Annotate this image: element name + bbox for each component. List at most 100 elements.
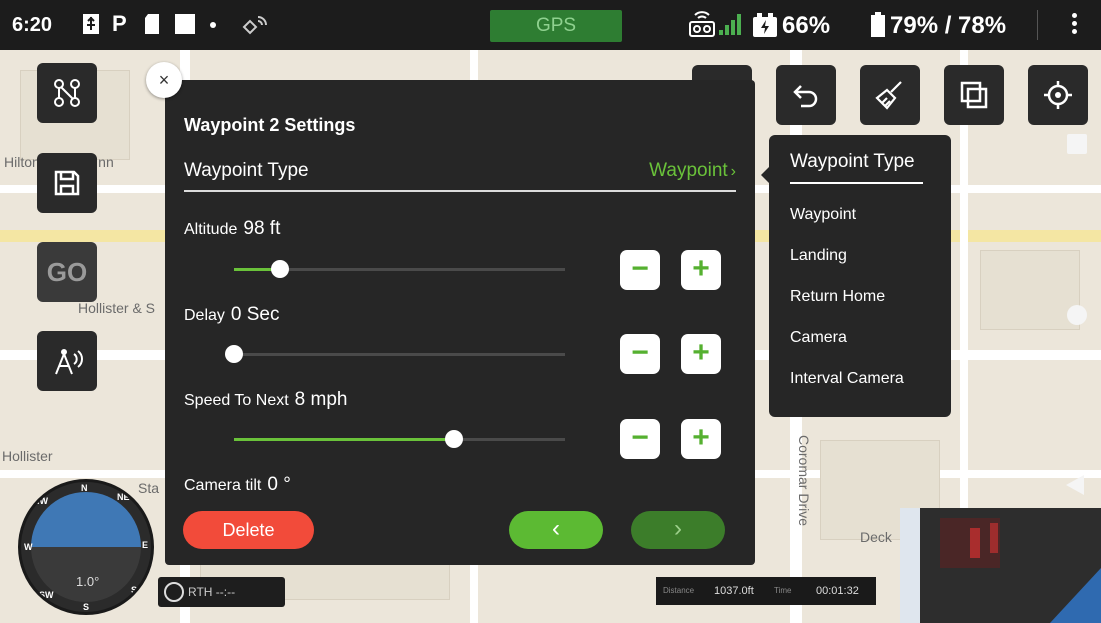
go-button[interactable]: GO [37,242,97,302]
map-label: Coromar Drive [796,435,812,527]
compass-dir-s: S [83,602,90,612]
broom-icon [875,81,902,110]
side-dot-button[interactable] [1067,305,1087,325]
delay-slider[interactable] [225,345,565,363]
slider-thumb[interactable] [445,430,464,448]
camera-tilt-value: 0 ° [267,474,291,495]
compass-dir-nw: NW [33,496,48,506]
waypoint-type-value[interactable]: Waypoint › [649,160,736,182]
time-label: Time [774,586,792,595]
delete-waypoint-button[interactable]: Delete [183,511,314,549]
compass-dir-w: W [24,542,33,552]
type-option-landing[interactable]: Landing [790,247,847,265]
antenna-button[interactable] [37,331,97,391]
compass-dir-sw: SW [39,590,54,600]
camera-tilt-label: Camera tilt 0 ° [184,474,291,495]
close-dialog-button[interactable]: × [146,62,182,98]
map-label: Sta [138,480,160,496]
type-option-waypoint[interactable]: Waypoint [790,206,856,224]
crosshair-icon [1044,81,1072,109]
type-option-interval-camera[interactable]: Interval Camera [790,370,904,388]
slider-thumb[interactable] [271,260,290,278]
image-icon [174,13,196,35]
status-divider [1037,10,1038,40]
chevron-right-icon: › [730,163,736,180]
speed-label: Speed To Next 8 mph [184,389,348,410]
waypoint-type-menu: Waypoint Type Waypoint Landing Return Ho… [761,135,951,417]
flight-info-bar: Distance 1037.0ft Time 00:01:32 [656,577,876,605]
slider-fill [234,438,455,441]
rth-label: RTH [188,585,213,599]
pitch-readout: 1.0° [76,574,100,589]
delay-decrease-button[interactable]: − [620,334,660,374]
previous-waypoint-button[interactable]: ‹ [509,511,603,549]
map-label: Hollister [2,448,53,464]
save-icon [54,170,80,196]
altitude-increase-button[interactable]: + [681,250,721,290]
type-menu-header: Waypoint Type [790,151,923,184]
signal-bars-icon [718,12,742,35]
clear-button[interactable] [860,65,920,125]
speed-slider[interactable] [234,430,565,448]
compass-dir-e: E [142,540,149,550]
stopwatch-icon [164,582,184,602]
parking-icon: P [112,11,127,36]
save-mission-button[interactable] [37,153,97,213]
locate-button[interactable] [1028,65,1088,125]
drone-battery-level: 79% / 78% [890,12,1007,39]
route-icon [54,79,80,107]
speed-increase-button[interactable]: + [681,419,721,459]
remote-battery-level: 66% [782,12,831,39]
route-button[interactable] [37,63,97,123]
next-waypoint-button[interactable]: › [631,511,725,549]
attitude-compass: 1.0° N NE E SE S SW W NW [18,479,154,615]
remote-controller-icon [688,10,716,37]
altitude-label: Altitude 98 ft [184,218,281,239]
speed-decrease-button[interactable]: − [620,419,660,459]
remote-battery-icon [752,12,778,37]
waypoint-type-row[interactable]: Waypoint Type Waypoint › [184,150,736,192]
altitude-slider[interactable] [234,260,565,278]
side-square-button[interactable] [1067,134,1087,154]
time-value: 00:01:32 [816,585,859,597]
distance-value: 1037.0ft [714,585,754,597]
distance-label: Distance [663,586,695,595]
dialog-title: Waypoint 2 Settings [184,115,356,135]
satellite-icon [240,13,270,35]
map-label: Deck [860,529,892,545]
waypoint-type-label: Waypoint Type [184,160,309,181]
copy-icon [960,81,988,109]
speed-value: 8 mph [294,389,348,410]
sd-card-icon [144,13,160,35]
usb-icon [82,13,100,35]
status-bar: 6:20 P GPS 66% 79% / 78% [0,0,1101,50]
rth-timer[interactable]: RTH --:-- [158,577,285,607]
map-block [980,250,1080,330]
altitude-value: 98 ft [243,218,281,239]
type-option-return-home[interactable]: Return Home [790,288,885,306]
dot-icon [209,13,217,35]
slider-thumb[interactable] [225,345,243,363]
undo-button[interactable] [776,65,836,125]
delay-value: 0 Sec [230,304,280,325]
type-option-camera[interactable]: Camera [790,329,847,347]
clock-time: 6:20 [12,14,53,36]
gps-status: GPS [490,10,622,42]
compass-dir-ne: NE [117,492,130,502]
rth-value: --:-- [215,585,236,599]
compass-dir-se: SE [131,585,144,595]
drone-battery-icon [870,12,886,37]
camera-preview[interactable] [900,508,1101,623]
undo-icon [793,85,818,108]
camera-feed-image [900,508,1101,623]
delay-label: Delay 0 Sec [184,304,280,325]
more-menu-button[interactable] [1066,10,1082,40]
copy-button[interactable] [944,65,1004,125]
altitude-decrease-button[interactable]: − [620,250,660,290]
compass-dir-n: N [81,483,88,493]
map-label: Hollister & S [78,300,156,316]
antenna-icon [55,349,83,375]
collapse-arrow-icon[interactable] [1066,475,1084,495]
waypoint-settings-dialog: Waypoint 2 Settings Waypoint Type Waypoi… [165,80,755,565]
delay-increase-button[interactable]: + [681,334,721,374]
